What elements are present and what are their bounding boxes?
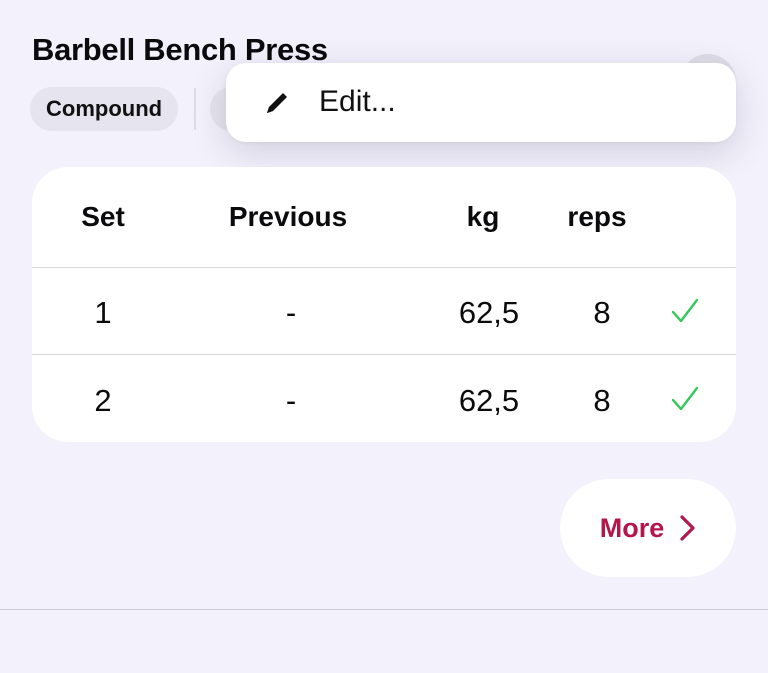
- chevron-right-icon: [680, 515, 695, 541]
- header-set: Set: [81, 201, 125, 232]
- tag-row: Compound: [30, 87, 241, 131]
- tag-compound[interactable]: Compound: [30, 87, 179, 131]
- bottom-divider: [0, 609, 768, 610]
- header-previous: Previous: [228, 201, 348, 232]
- pencil-icon: [267, 93, 287, 113]
- cell-kg[interactable]: 62,5: [459, 383, 519, 419]
- sets-table: Set Previous kg reps 1 - 62,5 8 2 - 62,5…: [32, 167, 736, 442]
- cell-previous: -: [285, 295, 297, 330]
- cell-reps[interactable]: 8: [593, 383, 610, 419]
- more-button[interactable]: More: [560, 479, 736, 577]
- header-reps: reps: [567, 201, 627, 232]
- checkmark-icon[interactable]: [670, 296, 700, 326]
- header-kg: kg: [466, 201, 500, 232]
- checkmark-icon[interactable]: [670, 384, 700, 414]
- cell-reps[interactable]: 8: [593, 295, 610, 331]
- cell-set[interactable]: 1: [94, 295, 111, 331]
- table-header: Set Previous kg reps: [32, 167, 736, 268]
- cell-previous: -: [285, 383, 297, 418]
- table-row: 1 - 62,5 8: [32, 268, 736, 355]
- menu-item-edit[interactable]: Edit...: [319, 85, 396, 119]
- tag-divider: [194, 88, 197, 130]
- table-row: 2 - 62,5 8: [32, 356, 736, 442]
- cell-kg[interactable]: 62,5: [459, 295, 519, 331]
- more-button-label: More: [599, 512, 665, 543]
- exercise-screen: Barbell Bench Press Compound Edit... Set…: [0, 0, 768, 673]
- cell-set[interactable]: 2: [94, 383, 111, 419]
- context-menu: Edit...: [226, 63, 736, 142]
